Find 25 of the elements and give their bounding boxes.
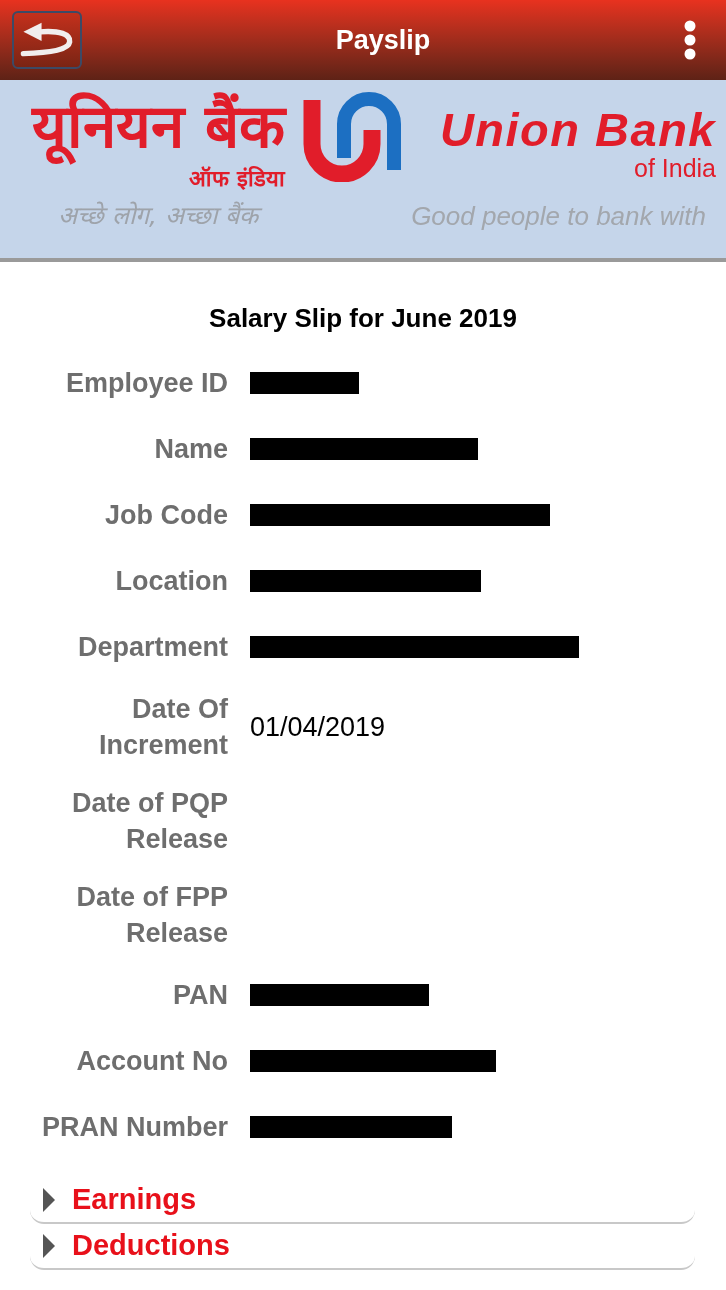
field-label: Employee ID xyxy=(64,367,228,400)
field-label: PAN xyxy=(172,979,228,1012)
accordion-header[interactable]: Earnings xyxy=(30,1178,695,1224)
bank-subtitle: of India xyxy=(634,154,716,182)
bank-name: Union Bank xyxy=(439,106,716,154)
kebab-menu-icon xyxy=(684,20,696,60)
field-value: 01/04/2019 xyxy=(250,711,386,744)
field-label: Location xyxy=(114,565,228,598)
field-label: Date of FPP Release xyxy=(75,881,228,950)
field-label: Department xyxy=(76,631,228,664)
slip-title: Salary Slip for June 2019 xyxy=(208,302,518,335)
bank-subtitle-hindi: ऑफ इंडिया xyxy=(189,166,287,192)
tagline: Good people to bank with xyxy=(410,200,707,233)
field-label: Date of PQP Release xyxy=(70,787,228,856)
field-label: Date Of Increment xyxy=(97,693,228,762)
field-label: Job Code xyxy=(104,499,228,532)
bank-name-hindi: यूनियन बैंक xyxy=(29,86,288,166)
field-label: PRAN Number xyxy=(40,1111,228,1144)
accordion-header[interactable]: Deductions xyxy=(30,1224,695,1270)
field-label: Name xyxy=(153,433,228,466)
field-label: Account No xyxy=(75,1045,228,1078)
app-bar-title: Payslip xyxy=(335,23,431,57)
back-button[interactable] xyxy=(12,11,82,69)
more-options-button[interactable] xyxy=(684,20,696,60)
tagline-hindi: अच्छे लोग, अच्छा बैंक xyxy=(54,196,262,236)
